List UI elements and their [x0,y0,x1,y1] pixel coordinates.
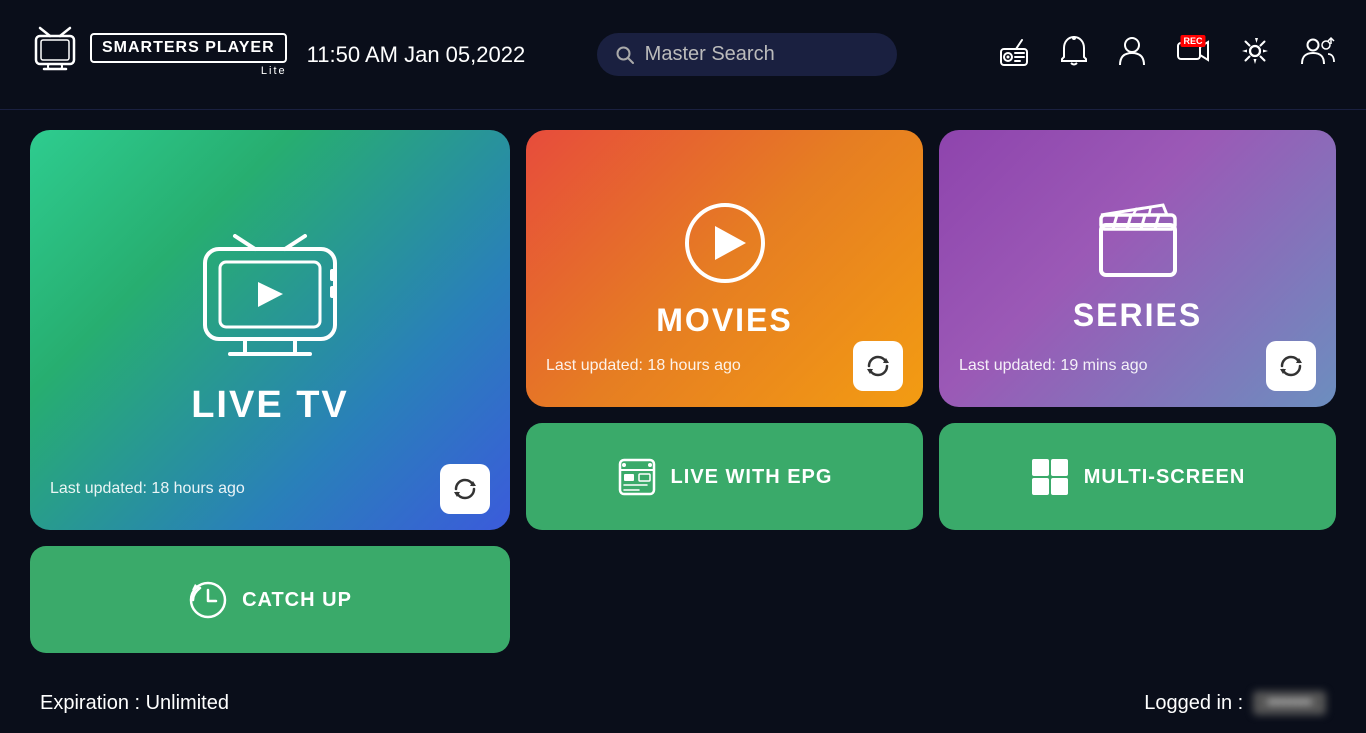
logo-tv-icon [30,26,80,83]
series-card[interactable]: SERIES Last updated: 19 mins ago [939,130,1336,407]
movies-play-icon [680,198,770,288]
logo-area: SMARTERS PLAYER Lite [30,26,287,83]
series-clapper-icon [1093,203,1183,283]
main-grid: LIVE TV Last updated: 18 hours ago MOVIE… [0,110,1366,673]
series-refresh-button[interactable] [1266,341,1316,391]
series-update-text: Last updated: 19 mins ago [959,357,1148,375]
catch-up-card[interactable]: CATCH UP [30,546,510,653]
movies-refresh-button[interactable] [853,341,903,391]
multi-screen-title: MULTI-SCREEN [1084,465,1246,489]
datetime-display: 11:50 AM Jan 05,2022 [307,42,567,68]
catch-up-title: CATCH UP [242,588,352,612]
series-title: SERIES [1073,297,1202,334]
logo-sub-text: Lite [90,65,287,77]
header-icons: REC [998,35,1336,74]
logged-in-user: •••••••• [1253,691,1326,715]
search-icon [615,45,635,65]
live-with-epg-title: LIVE WITH EPG [671,465,833,489]
movies-update-text: Last updated: 18 hours ago [546,357,741,375]
movies-title: MOVIES [656,302,792,339]
movies-footer: Last updated: 18 hours ago [546,341,903,391]
logo-main-text: SMARTERS PLAYER [102,39,275,57]
logo-text: SMARTERS PLAYER Lite [90,33,287,77]
live-tv-card[interactable]: LIVE TV Last updated: 18 hours ago [30,130,510,530]
logged-in-area: Logged in : •••••••• [1144,691,1326,715]
profile-icon[interactable] [1118,35,1146,74]
expiration-text: Expiration : Unlimited [40,692,229,715]
footer: Expiration : Unlimited Logged in : •••••… [0,673,1366,733]
live-tv-icon [190,234,350,364]
header: SMARTERS PLAYER Lite 11:50 AM Jan 05,202… [0,0,1366,110]
catchup-icon [188,580,228,620]
live-tv-update-text: Last updated: 18 hours ago [50,480,245,498]
search-placeholder-text: Master Search [645,43,775,66]
live-tv-title: LIVE TV [191,384,349,427]
live-with-epg-card[interactable]: LIVE WITH EPG [526,423,923,530]
multiuser-icon[interactable] [1300,36,1336,73]
search-bar[interactable]: Master Search [597,33,897,76]
epg-icon [617,457,657,497]
settings-icon[interactable] [1240,36,1270,73]
logged-in-label: Logged in : [1144,692,1243,715]
movies-card[interactable]: MOVIES Last updated: 18 hours ago [526,130,923,407]
notification-icon[interactable] [1060,35,1088,74]
radio-icon[interactable] [998,35,1030,74]
series-footer: Last updated: 19 mins ago [959,341,1316,391]
rec-badge: REC [1180,35,1205,47]
live-tv-footer: Last updated: 18 hours ago [50,464,490,514]
live-tv-refresh-button[interactable] [440,464,490,514]
multiscreen-icon [1030,457,1070,497]
multi-screen-card[interactable]: MULTI-SCREEN [939,423,1336,530]
record-icon[interactable]: REC [1176,37,1210,72]
